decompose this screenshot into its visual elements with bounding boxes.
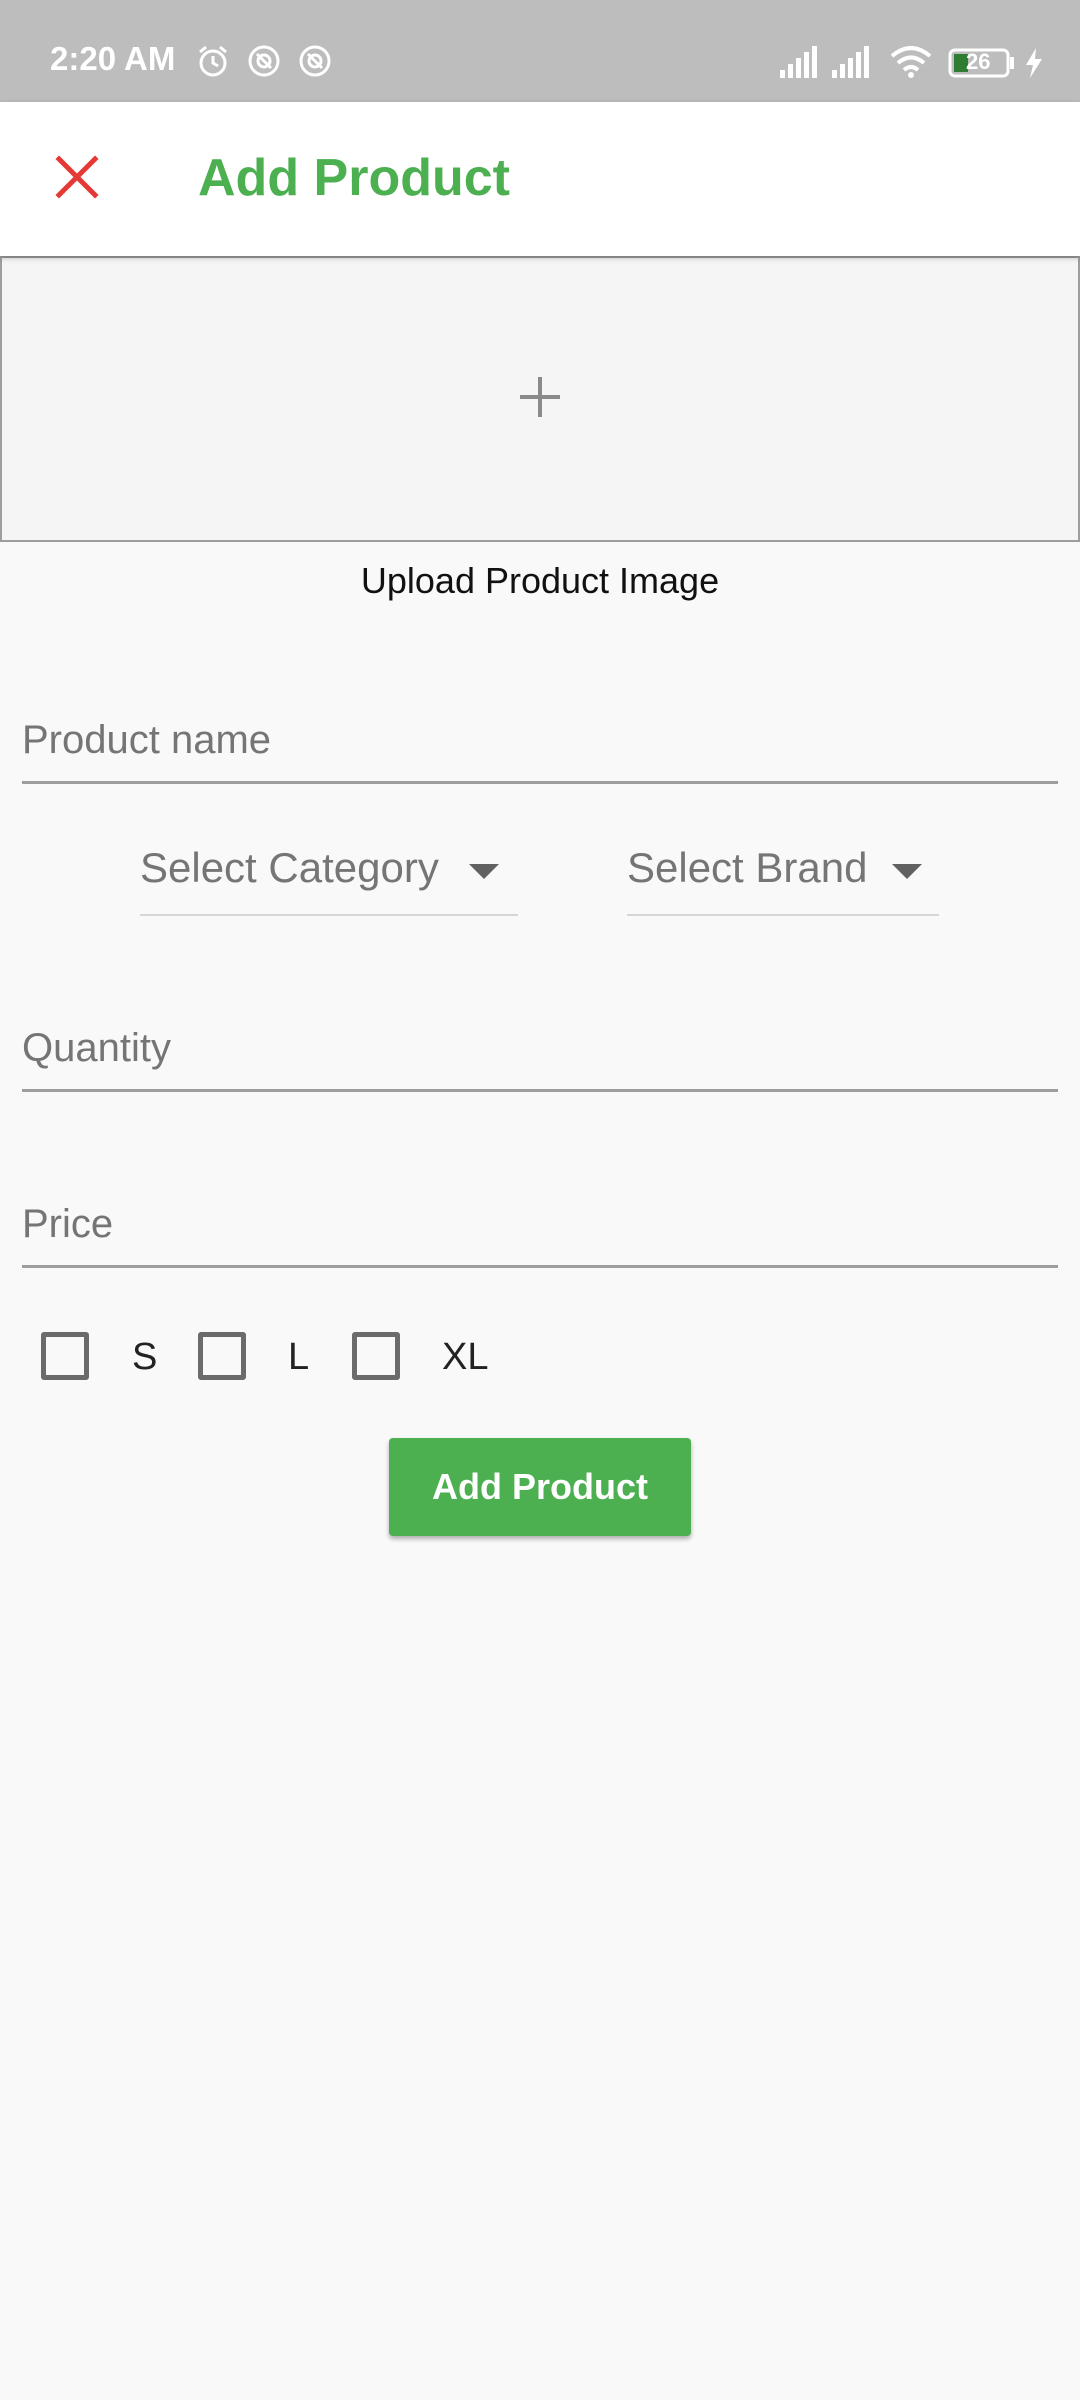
- size-l-label: L: [288, 1336, 310, 1378]
- plus-icon: [518, 375, 562, 424]
- price-field[interactable]: [22, 1172, 1058, 1268]
- image-upload-area[interactable]: [0, 256, 1080, 542]
- signal-icon: [780, 46, 822, 83]
- brand-dropdown[interactable]: Select Brand: [627, 840, 939, 916]
- category-dropdown[interactable]: Select Category: [140, 840, 518, 916]
- app-bar: Add Product: [0, 102, 1080, 256]
- size-xl-checkbox[interactable]: [352, 1332, 400, 1380]
- quantity-input[interactable]: [22, 1026, 1058, 1071]
- size-s-checkbox[interactable]: [41, 1332, 89, 1380]
- status-time: 2:20 AM: [50, 40, 176, 77]
- sync-icon: [298, 44, 332, 78]
- alarm-icon: [196, 44, 230, 78]
- close-button[interactable]: [40, 142, 114, 216]
- charging-icon: [1024, 48, 1044, 83]
- add-product-button[interactable]: Add Product: [389, 1438, 691, 1536]
- dropdown-arrow-icon: [469, 864, 499, 879]
- battery-level: 26: [966, 49, 991, 74]
- product-name-input[interactable]: [22, 718, 1058, 763]
- dropdown-arrow-icon: [892, 864, 922, 879]
- signal-icon: [832, 46, 874, 83]
- close-icon: [55, 154, 99, 204]
- wifi-icon: [890, 46, 932, 83]
- size-s-label: S: [132, 1336, 158, 1378]
- brand-dropdown-label: Select Brand: [627, 844, 868, 891]
- category-dropdown-label: Select Category: [140, 844, 439, 891]
- size-xl-label: XL: [442, 1336, 489, 1378]
- size-l-checkbox[interactable]: [198, 1332, 246, 1380]
- product-name-field[interactable]: [22, 688, 1058, 784]
- page-title: Add Product: [198, 149, 510, 207]
- add-product-button-label: Add Product: [432, 1466, 648, 1507]
- sync-icon: [247, 44, 281, 78]
- price-input[interactable]: [22, 1202, 1058, 1247]
- quantity-field[interactable]: [22, 996, 1058, 1092]
- status-bar: 2:20 AM 26: [0, 0, 1080, 102]
- upload-image-label: Upload Product Image: [360, 560, 720, 601]
